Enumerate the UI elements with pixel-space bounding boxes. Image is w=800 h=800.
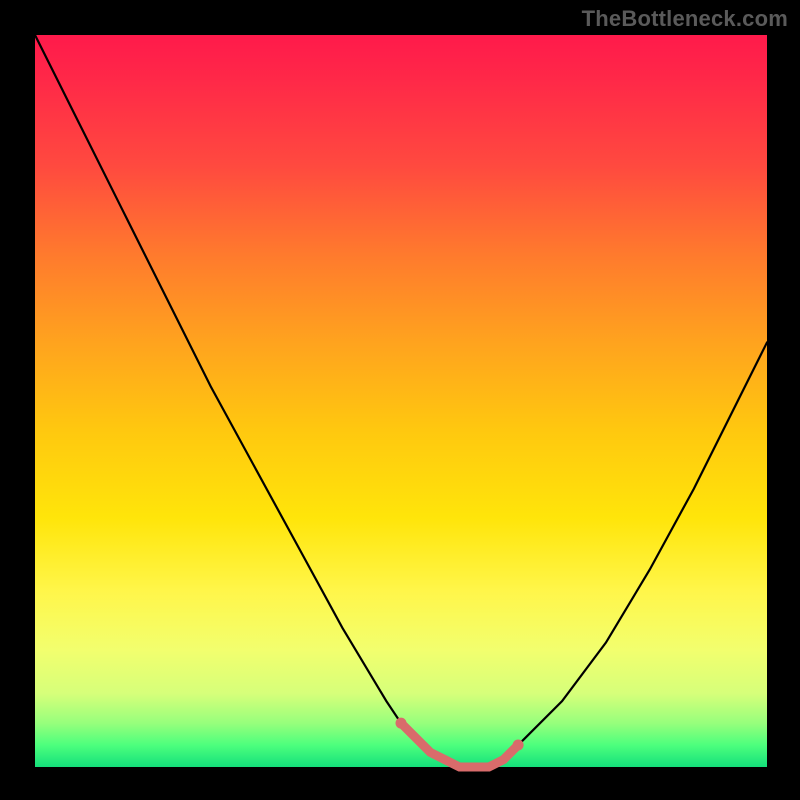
chart-frame: TheBottleneck.com <box>0 0 800 800</box>
watermark-text: TheBottleneck.com <box>582 6 788 32</box>
plot-area-wrapper <box>35 35 767 767</box>
optimal-zone-endcap-left <box>396 718 407 729</box>
bottleneck-curve-path <box>35 35 767 767</box>
curve-overlay <box>35 35 767 767</box>
optimal-zone-path <box>401 723 518 767</box>
optimal-zone-endcap-right <box>513 740 524 751</box>
